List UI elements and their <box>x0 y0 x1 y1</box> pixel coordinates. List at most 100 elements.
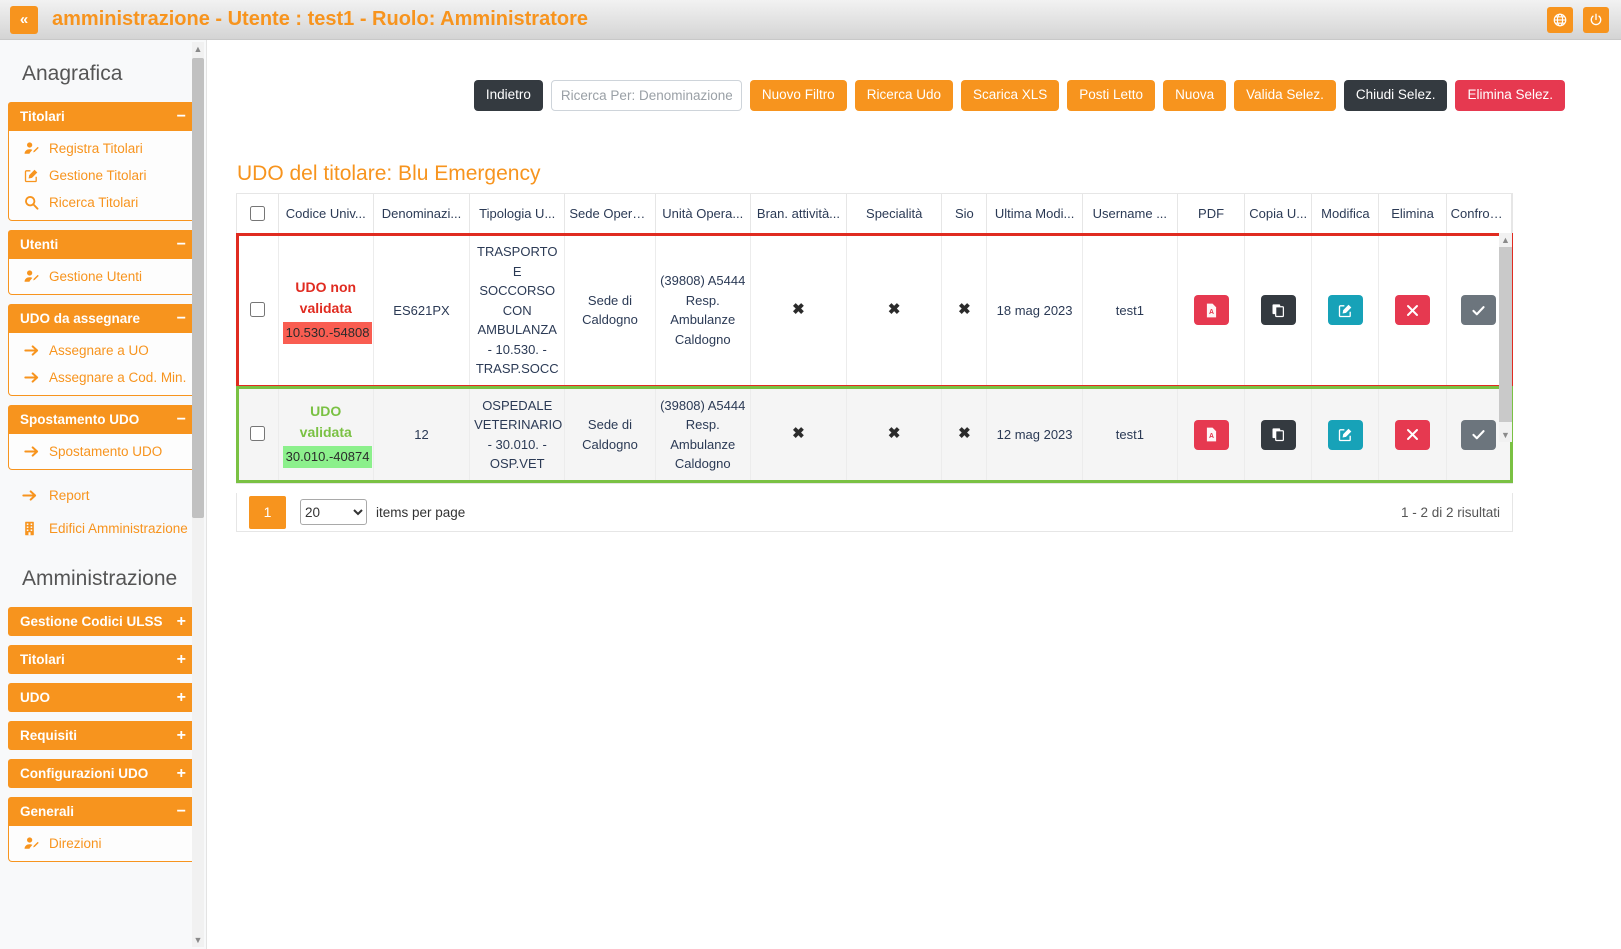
pdf-button[interactable]: A <box>1193 295 1229 326</box>
sidebar-accordion: Gestione Codici ULSS + <box>8 607 198 636</box>
sidebar-group-udo[interactable]: UDO + <box>8 683 198 712</box>
power-icon[interactable] <box>1583 6 1609 33</box>
svg-text:A: A <box>1209 309 1214 316</box>
search-icon <box>23 195 40 210</box>
specialita-cell: ✖ <box>846 233 943 388</box>
sidebar-item-direzioni[interactable]: Direzioni <box>9 830 197 857</box>
table-scroll-down-icon[interactable]: ▼ <box>1499 428 1512 442</box>
table-scrollbar-thumb[interactable] <box>1499 247 1512 422</box>
codice-univoco-cell: UDO validata 30.010.-40874 <box>278 387 374 483</box>
sidebar-group-utenti[interactable]: Utenti − <box>8 230 198 259</box>
sidebar-group-body: Assegnare a UO Assegnare a Cod. Min. <box>8 333 198 396</box>
udo-table-container: Codice Univ... Denominazi... Tipologia U..… <box>236 193 1513 484</box>
elimina-selez-button[interactable]: Elimina Selez. <box>1455 80 1565 111</box>
delete-button[interactable] <box>1395 295 1431 326</box>
sidebar-item-ricerca-titolari[interactable]: Ricerca Titolari <box>9 189 197 216</box>
globe-icon[interactable] <box>1547 6 1573 33</box>
sidebar-group-generali[interactable]: Generali − <box>8 797 198 826</box>
main-content: Indietro Nuovo FiltroRicerca UdoScarica … <box>207 40 1621 949</box>
back-button[interactable]: Indietro <box>473 80 543 111</box>
sidebar-group-label: UDO <box>20 690 50 705</box>
top-right-actions <box>1547 6 1609 33</box>
table-scroll-up-icon[interactable]: ▲ <box>1499 233 1512 247</box>
sidebar-item-report[interactable]: Report <box>8 479 198 512</box>
delete-button-cell <box>1378 233 1447 388</box>
table-row[interactable]: UDO validata 30.010.-40874 12 OSPEDALE VETE… <box>236 386 1513 483</box>
row-select-cell <box>237 233 279 388</box>
nuova-button[interactable]: Nuova <box>1163 80 1227 111</box>
edit-square-icon <box>23 168 40 183</box>
edit-button-cell <box>1311 233 1380 388</box>
pdf-button-cell: A <box>1177 233 1246 388</box>
sidebar-group-udo-da-assegnare[interactable]: UDO da assegnare − <box>8 304 198 333</box>
ricerca-udo-button[interactable]: Ricerca Udo <box>854 80 953 111</box>
sidebar-group-gestione-codici-ulss[interactable]: Gestione Codici ULSS + <box>8 607 198 636</box>
sidebar-item-spostamento-udo[interactable]: Spostamento UDO <box>9 438 197 465</box>
plus-icon: + <box>176 650 186 668</box>
sidebar-group-titolari[interactable]: Titolari + <box>8 645 198 674</box>
codice-univoco-cell: UDO non validata 10.530.-54808 <box>278 233 374 388</box>
copy-icon <box>1271 427 1286 442</box>
sidebar-item-registra-titolari[interactable]: Registra Titolari <box>9 135 197 162</box>
ultima-modifica-cell: 12 mag 2023 <box>986 387 1083 483</box>
scarica-xls-button[interactable]: Scarica XLS <box>960 80 1060 111</box>
pdf-button[interactable]: A <box>1193 419 1229 450</box>
sidebar-scroll-down-icon[interactable]: ▼ <box>192 933 204 947</box>
sidebar-item-edifici-amministrazione[interactable]: Edifici Amministrazione <box>8 512 198 545</box>
search-input[interactable] <box>550 80 742 111</box>
compare-button[interactable] <box>1461 419 1497 450</box>
status-badge: UDO validata <box>299 403 352 441</box>
result-count-label: 1 - 2 di 2 risultati <box>1400 504 1500 520</box>
page-title: amministrazione - Utente : test1 - Ruolo… <box>52 8 588 30</box>
column-header: Denominazi... <box>373 194 471 234</box>
select-all-checkbox[interactable] <box>250 206 266 221</box>
column-header: Tipologia U... <box>469 194 566 234</box>
sidebar-group-spostamento-udo[interactable]: Spostamento UDO − <box>8 405 198 434</box>
sidebar-item-gestione-utenti[interactable]: Gestione Utenti <box>9 263 197 290</box>
check-icon <box>1471 303 1486 318</box>
posti-letto-button[interactable]: Posti Letto <box>1067 80 1156 111</box>
sidebar-group-titolari[interactable]: Titolari − <box>8 102 198 131</box>
compare-button[interactable] <box>1461 295 1497 326</box>
sio-cell: ✖ <box>941 387 988 483</box>
sidebar-scroll-up-icon[interactable]: ▲ <box>192 42 204 56</box>
chiudi-selez-button[interactable]: Chiudi Selez. <box>1343 80 1448 111</box>
sidebar-item-gestione-titolari[interactable]: Gestione Titolari <box>9 162 197 189</box>
column-header: Bran. attività... <box>750 194 848 234</box>
copy-udo-button[interactable] <box>1260 419 1296 450</box>
denominazione-cell: 12 <box>373 387 471 483</box>
sidebar-scrollbar-thumb[interactable] <box>192 58 204 518</box>
cross-icon: ✖ <box>887 301 901 318</box>
sidebar-accordion: UDO da assegnare − Assegnare a UO Assegnare… <box>8 304 198 396</box>
sidebar-group-requisiti[interactable]: Requisiti + <box>8 721 198 750</box>
sidebar-item-assegnare-a-uo[interactable]: Assegnare a UO <box>9 337 197 364</box>
copy-udo-button[interactable] <box>1260 295 1296 326</box>
svg-text:A: A <box>1209 433 1214 440</box>
page-heading-wrap: UDO del titolare: Blu Emergency <box>237 162 562 197</box>
table-row[interactable]: UDO non validata 10.530.-54808 ES621PX TRAS… <box>236 232 1513 388</box>
row-checkbox[interactable] <box>250 425 266 441</box>
page-number-button[interactable]: 1 <box>249 495 286 529</box>
tipologia-cell: OSPEDALE VETERINARIO - 30.010. - OSP.VET <box>469 387 566 483</box>
unita-operativa-cell: (39808) A5444 Resp. Ambulanze Caldogno <box>655 233 751 388</box>
sidebar-item-label: Edifici Amministrazione <box>49 521 188 536</box>
delete-button[interactable] <box>1395 419 1431 450</box>
valida-selez-button[interactable]: Valida Selez. <box>1234 80 1336 111</box>
nuovo-filtro-button[interactable]: Nuovo Filtro <box>749 80 847 111</box>
sidebar-collapse-icon[interactable]: « <box>10 5 38 34</box>
plus-icon: + <box>176 764 186 782</box>
minus-icon: − <box>176 309 186 327</box>
sidebar-item-assegnare-a-cod-min-[interactable]: Assegnare a Cod. Min. <box>9 364 197 391</box>
sidebar-group-label: Configurazioni UDO <box>20 766 149 781</box>
sidebar-group-configurazioni-udo[interactable]: Configurazioni UDO + <box>8 759 198 788</box>
sidebar-accordion: Titolari + <box>8 645 198 674</box>
sidebar-group-label: Requisiti <box>20 728 78 743</box>
column-header: Sede Operat... <box>564 194 656 234</box>
row-checkbox[interactable] <box>250 301 266 317</box>
edit-button[interactable] <box>1327 419 1363 450</box>
status-badge: UDO non validata <box>295 279 357 316</box>
items-per-page-select[interactable]: 2050100 <box>300 499 367 525</box>
building-icon <box>21 521 38 536</box>
edit-button[interactable] <box>1327 295 1363 326</box>
cross-icon: ✖ <box>887 425 901 443</box>
